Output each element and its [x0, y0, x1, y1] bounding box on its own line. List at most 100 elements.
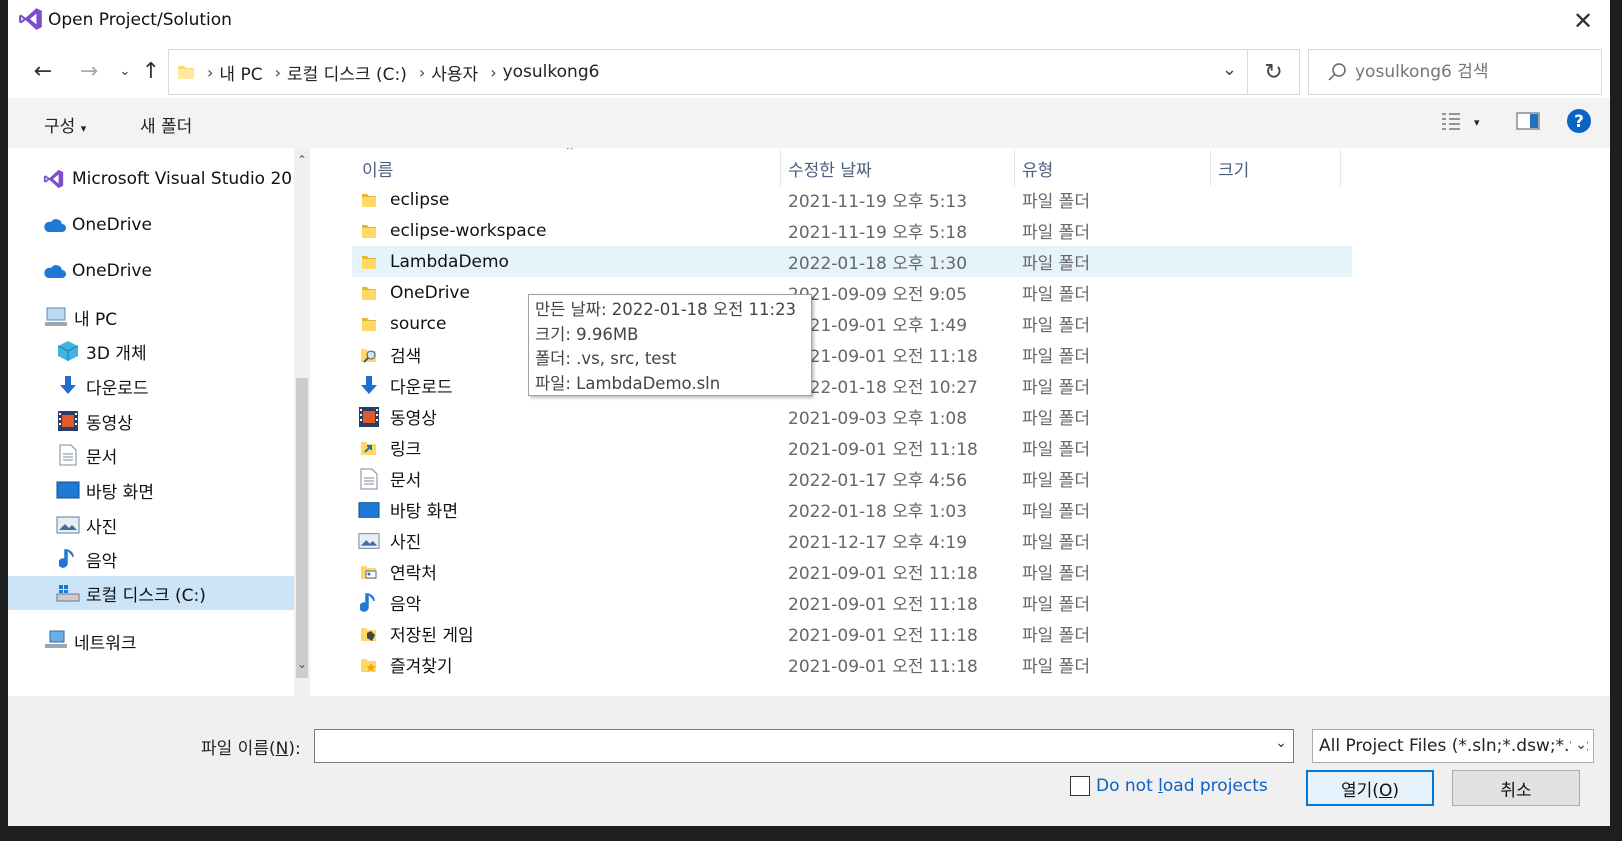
file-name: eclipse — [390, 189, 450, 210]
search-input[interactable] — [1355, 62, 1575, 82]
up-button[interactable]: ↑ — [136, 56, 166, 86]
open-button[interactable]: 열기(O) — [1306, 770, 1434, 806]
file-row[interactable]: 동영상 2021-09-03 오후 1:08 파일 폴더 — [352, 401, 1352, 432]
sidebar-item-this-pc[interactable]: 내 PC — [8, 300, 294, 334]
sidebar-item-documents[interactable]: 문서 — [8, 438, 294, 472]
column-divider[interactable] — [1014, 150, 1015, 186]
file-row[interactable]: 검색 2021-09-01 오전 11:18 파일 폴더 — [352, 339, 1352, 370]
scroll-up-icon[interactable]: ⌃ — [294, 150, 310, 170]
file-type: 파일 폴더 — [1022, 192, 1090, 212]
column-header-date[interactable]: 수정한 날짜 — [788, 156, 872, 181]
breadcrumb-separator-icon: › — [418, 62, 426, 82]
breadcrumb-item[interactable]: 로컬 디스크 (C:) — [287, 60, 407, 85]
chevron-down-icon[interactable]: ⌄ — [1275, 735, 1287, 751]
file-type-filter[interactable]: All Project Files (*.sln;*.dsw;*.vc ⌄ — [1312, 729, 1594, 763]
file-row[interactable]: 다운로드 2022-01-18 오전 10:27 파일 폴더 — [352, 370, 1352, 401]
sidebar-item-onedrive[interactable]: OneDrive — [8, 208, 294, 242]
file-date: 2021-09-01 오전 11:18 — [788, 595, 978, 615]
scroll-down-icon[interactable]: ⌄ — [294, 654, 310, 674]
close-button[interactable]: ✕ — [1566, 4, 1600, 38]
cloud-icon — [42, 259, 66, 283]
scrollbar-thumb[interactable] — [296, 378, 308, 678]
link-folder-icon — [358, 437, 380, 459]
sidebar-item-3d-objects[interactable]: 3D 개체 — [8, 334, 294, 368]
column-header-name[interactable]: 이름 — [362, 156, 393, 181]
do-not-load-checkbox[interactable] — [1070, 776, 1090, 796]
sidebar-item-network[interactable]: 네트워크 — [8, 624, 294, 658]
file-type: 파일 폴더 — [1022, 626, 1090, 646]
folder-icon — [358, 220, 380, 242]
favorites-icon — [358, 654, 380, 676]
caret-down-icon[interactable]: ▾ — [1474, 116, 1480, 129]
help-icon: ? — [1567, 109, 1591, 133]
sidebar-item-videos[interactable]: 동영상 — [8, 404, 294, 438]
file-row[interactable]: LambdaDemo 2022-01-18 오후 1:30 파일 폴더 — [352, 246, 1352, 277]
file-name: OneDrive — [390, 282, 470, 303]
do-not-load-projects-option[interactable]: Do not load projects — [1070, 776, 1268, 796]
sidebar-item-downloads[interactable]: 다운로드 — [8, 369, 294, 403]
filename-input[interactable]: ⌄ — [314, 729, 1294, 763]
file-type: 파일 폴더 — [1022, 533, 1090, 553]
refresh-button[interactable]: ↻ — [1248, 49, 1300, 95]
file-row[interactable]: 저장된 게임 2021-09-01 오전 11:18 파일 폴더 — [352, 618, 1352, 649]
file-row[interactable]: 즐겨찾기 2021-09-01 오전 11:18 파일 폴더 — [352, 649, 1352, 680]
sidebar-scrollbar[interactable]: ⌃ ⌄ — [294, 148, 310, 696]
file-row[interactable]: 바탕 화면 2022-01-18 오후 1:03 파일 폴더 — [352, 494, 1352, 525]
file-row[interactable]: source 2021-09-01 오후 1:49 파일 폴더 — [352, 308, 1352, 339]
arrow-right-icon: → — [79, 58, 99, 84]
file-row[interactable]: 링크 2021-09-01 오전 11:18 파일 폴더 — [352, 432, 1352, 463]
file-date: 2021-09-01 오전 11:18 — [788, 564, 978, 584]
back-button[interactable]: ← — [28, 56, 58, 86]
file-row[interactable]: eclipse 2021-11-19 오후 5:13 파일 폴더 — [352, 184, 1352, 215]
breadcrumb-item[interactable]: yosulkong6 — [503, 62, 600, 82]
breadcrumb-item[interactable]: 내 PC — [219, 60, 262, 85]
file-date: 2021-09-01 오전 11:18 — [788, 626, 978, 646]
file-name: 문서 — [390, 471, 422, 491]
file-row[interactable]: 연락처 2021-09-01 오전 11:18 파일 폴더 — [352, 556, 1352, 587]
file-type: 파일 폴더 — [1022, 440, 1090, 460]
saved-games-icon — [358, 623, 380, 645]
address-bar[interactable]: › 내 PC › 로컬 디스크 (C:) › 사용자 › yosulkong6 … — [168, 49, 1248, 95]
sidebar-item-desktop[interactable]: 바탕 화면 — [8, 473, 294, 507]
breadcrumb-item[interactable]: 사용자 — [431, 60, 478, 85]
sidebar-item-onedrive[interactable]: OneDrive — [8, 254, 294, 288]
file-type: 파일 폴더 — [1022, 502, 1090, 522]
cancel-button[interactable]: 취소 — [1452, 770, 1580, 806]
column-divider[interactable] — [780, 150, 781, 186]
column-divider[interactable] — [1340, 150, 1341, 186]
download-icon — [56, 374, 80, 398]
sidebar-item-pictures[interactable]: 사진 — [8, 508, 294, 542]
file-row[interactable]: 문서 2022-01-17 오후 4:56 파일 폴더 — [352, 463, 1352, 494]
file-row[interactable]: eclipse-workspace 2021-11-19 오후 5:18 파일 … — [352, 215, 1352, 246]
file-type: 파일 폴더 — [1022, 254, 1090, 274]
column-header-type[interactable]: 유형 — [1022, 156, 1053, 181]
sidebar-item-label: 네트워크 — [74, 633, 137, 654]
file-name: 음악 — [390, 595, 422, 615]
file-type: 파일 폴더 — [1022, 223, 1090, 243]
file-name: 즐겨찾기 — [390, 657, 453, 677]
file-row[interactable]: OneDrive 2021-09-09 오전 9:05 파일 폴더 — [352, 277, 1352, 308]
breadcrumb-separator-icon: › — [490, 62, 497, 82]
search-box — [1308, 49, 1602, 95]
sidebar-item-local-disk[interactable]: 로컬 디스크 (C:) — [8, 576, 294, 610]
file-row[interactable]: 음악 2021-09-01 오전 11:18 파일 폴더 — [352, 587, 1352, 618]
forward-button[interactable]: → — [74, 56, 104, 86]
file-type: 파일 폴더 — [1022, 316, 1090, 336]
sidebar-item-visual-studio[interactable]: Microsoft Visual Studio 201 — [8, 162, 294, 196]
sidebar-item-label: 동영상 — [86, 413, 133, 434]
sidebar-item-music[interactable]: 음악 — [8, 542, 294, 576]
organize-button[interactable]: 구성 ▾ — [44, 112, 86, 137]
help-button[interactable]: ? — [1566, 108, 1592, 139]
file-type: 파일 폴더 — [1022, 657, 1090, 677]
new-folder-button[interactable]: 새 폴더 — [140, 112, 192, 137]
file-row[interactable]: 사진 2021-12-17 오후 4:19 파일 폴더 — [352, 525, 1352, 556]
column-header-size[interactable]: 크기 — [1218, 156, 1249, 181]
breadcrumb-separator-icon: › — [207, 62, 214, 82]
view-options-button[interactable] — [1440, 110, 1462, 137]
drive-icon — [56, 581, 80, 605]
sidebar-item-label: OneDrive — [72, 261, 152, 281]
chevron-down-icon[interactable]: ⌄ — [1222, 59, 1237, 80]
column-divider[interactable] — [1210, 150, 1211, 186]
preview-pane-button[interactable] — [1516, 111, 1540, 136]
file-name: 바탕 화면 — [390, 502, 458, 522]
